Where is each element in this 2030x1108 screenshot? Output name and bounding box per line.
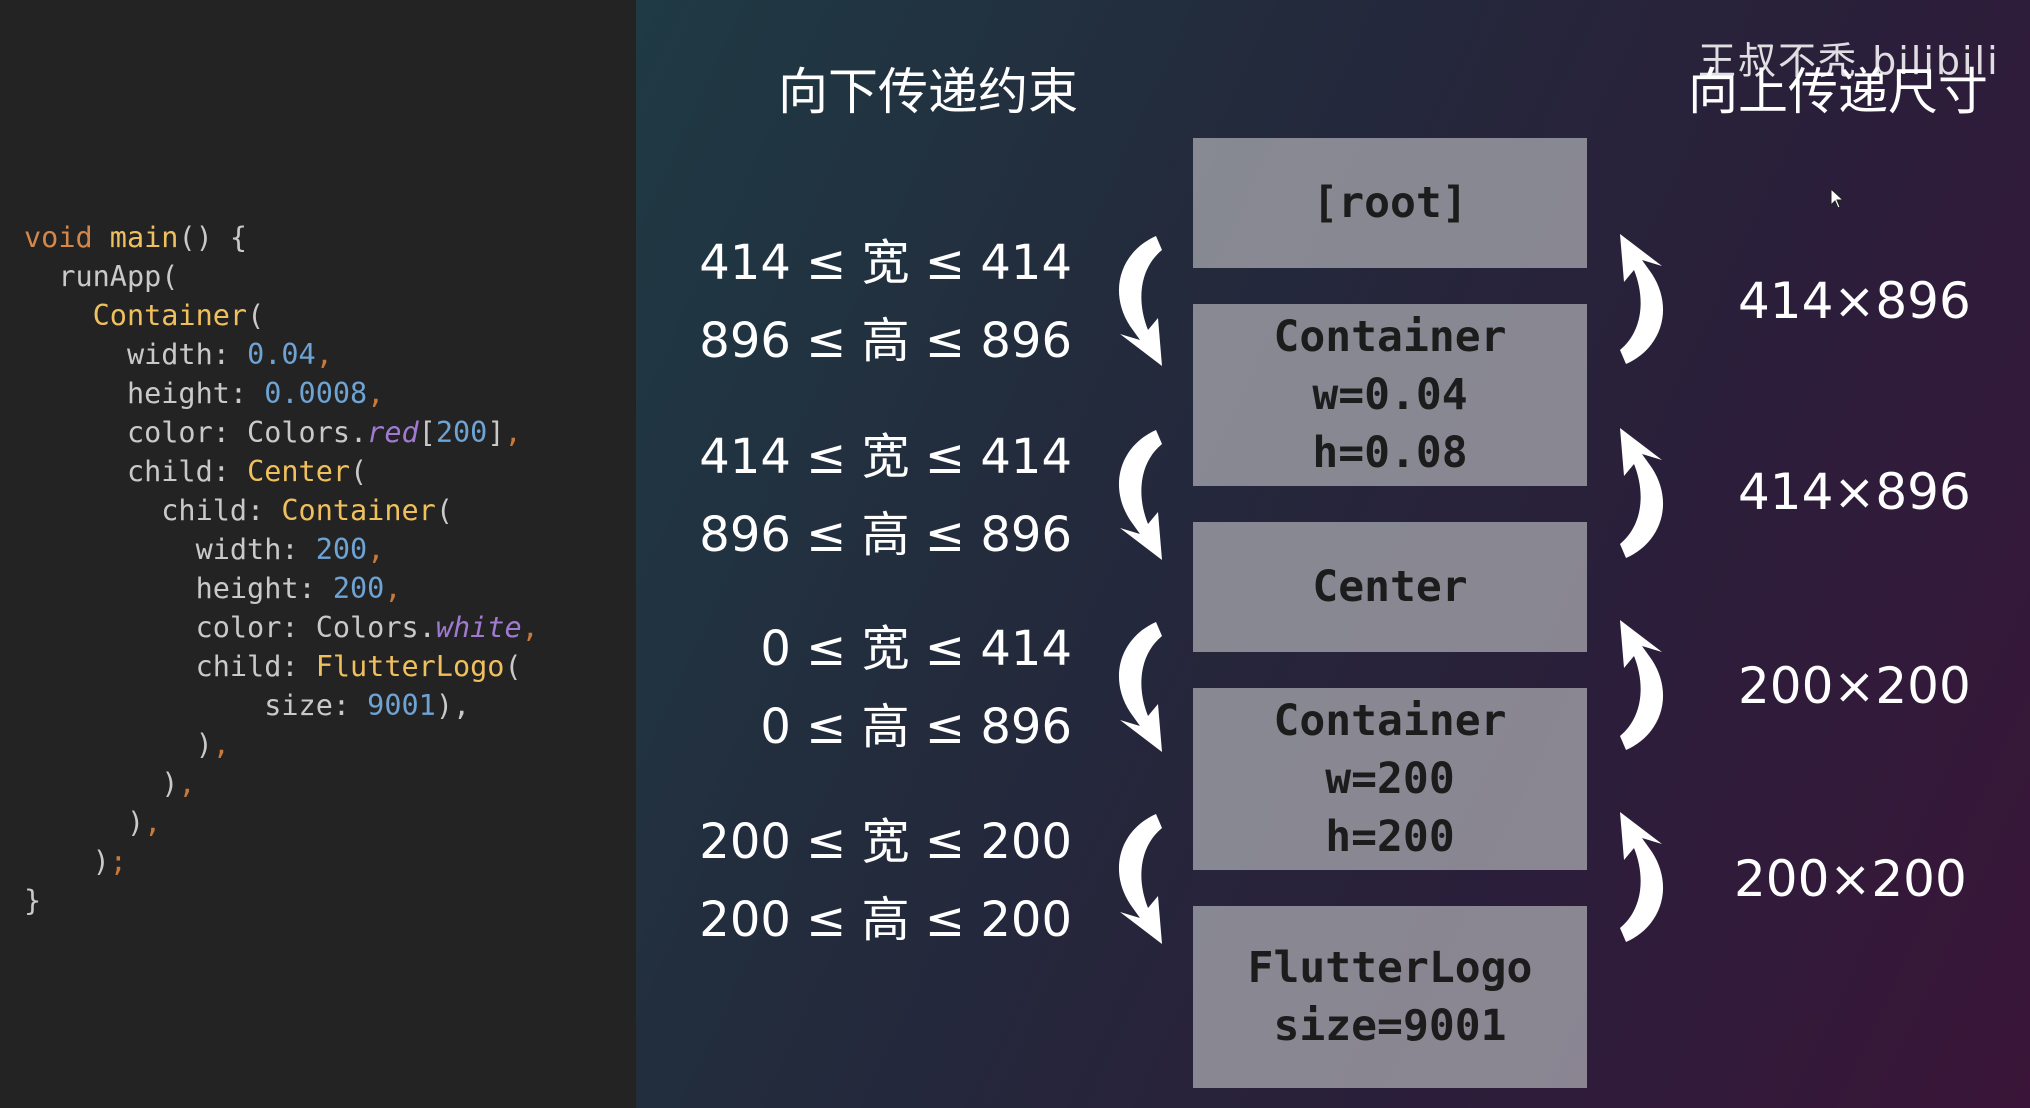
code-line: runApp(	[24, 260, 179, 293]
widget-box-line: size=9001	[1273, 1001, 1507, 1051]
constraint-label: 414 ≤ 宽 ≤ 414 896 ≤ 高 ≤ 896	[652, 224, 1072, 380]
code-line: ),	[24, 767, 196, 800]
widget-box-container-inner: Container w=200 h=200	[1193, 688, 1587, 870]
widget-box-line: w=200	[1325, 754, 1455, 804]
code-line: size: 9001),	[24, 689, 471, 722]
code-line: ),	[24, 728, 230, 761]
code-line: Container(	[92, 299, 265, 332]
widget-box-line: FlutterLogo	[1247, 943, 1533, 993]
size-label: 414×896	[1738, 272, 1971, 330]
mouse-pointer-icon	[1830, 188, 1845, 209]
up-arrow-icon	[1620, 620, 1664, 750]
constraint-width: 414 ≤ 宽 ≤ 414	[699, 235, 1072, 291]
constraint-height: 896 ≤ 高 ≤ 896	[699, 507, 1072, 563]
code-line: void main() {	[24, 221, 248, 254]
code-line: color: Colors.white,	[24, 611, 539, 644]
widget-box-line: h=200	[1325, 812, 1455, 862]
constraint-height: 896 ≤ 高 ≤ 896	[699, 313, 1072, 369]
down-arrow-icon	[1118, 622, 1162, 752]
code-panel: void main() { runApp( Container( width: …	[0, 0, 636, 1108]
widget-box-flutterlogo: FlutterLogo size=9001	[1193, 906, 1587, 1088]
widget-box-line: w=0.04	[1312, 370, 1468, 420]
down-arrow-icon	[1118, 814, 1162, 944]
code-line: color: Colors.red[200],	[24, 416, 522, 449]
widget-box-container: Container w=0.04 h=0.08	[1193, 304, 1587, 486]
code-line: ),	[24, 806, 162, 839]
size-label: 200×200	[1734, 850, 1967, 908]
code-line: height: 0.0008,	[24, 377, 385, 410]
up-arrow-icon	[1620, 234, 1664, 364]
constraint-width: 200 ≤ 宽 ≤ 200	[699, 814, 1072, 870]
heading-down: 向下传递约束	[778, 63, 1078, 121]
code-line: height: 200,	[24, 572, 402, 605]
code-line: width: 200,	[24, 533, 385, 566]
code-line: }	[24, 884, 42, 917]
code-line: width: 0.04,	[24, 338, 333, 371]
constraint-label: 200 ≤ 宽 ≤ 200 200 ≤ 高 ≤ 200	[652, 803, 1072, 959]
constraint-width: 414 ≤ 宽 ≤ 414	[699, 429, 1072, 485]
widget-box-line: Center	[1312, 562, 1468, 612]
size-label: 200×200	[1738, 657, 1971, 715]
code-line: child: FlutterLogo(	[24, 650, 522, 683]
up-arrow-icon	[1620, 812, 1664, 942]
widget-box-root: [root]	[1193, 138, 1587, 268]
watermark: 王叔不秃 bilibili	[1698, 39, 2000, 83]
widget-box-line: Container	[1273, 696, 1507, 746]
size-label: 414×896	[1738, 463, 1971, 521]
code-line: );	[24, 845, 127, 878]
constraint-label: 414 ≤ 宽 ≤ 414 896 ≤ 高 ≤ 896	[652, 418, 1072, 574]
widget-box-line: [root]	[1312, 178, 1468, 228]
widget-box-center: Center	[1193, 522, 1587, 652]
code-line: child: Container(	[24, 494, 453, 527]
down-arrow-icon	[1118, 430, 1162, 560]
down-arrow-icon	[1118, 236, 1162, 366]
code-listing: void main() { runApp( Container( width: …	[24, 218, 539, 920]
constraint-label: 0 ≤ 宽 ≤ 414 0 ≤ 高 ≤ 896	[652, 610, 1072, 766]
constraint-height: 200 ≤ 高 ≤ 200	[699, 892, 1072, 948]
constraint-width: 0 ≤ 宽 ≤ 414	[760, 621, 1072, 677]
constraint-height: 0 ≤ 高 ≤ 896	[760, 699, 1072, 755]
widget-box-line: Container	[1273, 312, 1507, 362]
code-line: child: Center(	[24, 455, 368, 488]
widget-box-line: h=0.08	[1312, 428, 1468, 478]
up-arrow-icon	[1620, 428, 1664, 558]
